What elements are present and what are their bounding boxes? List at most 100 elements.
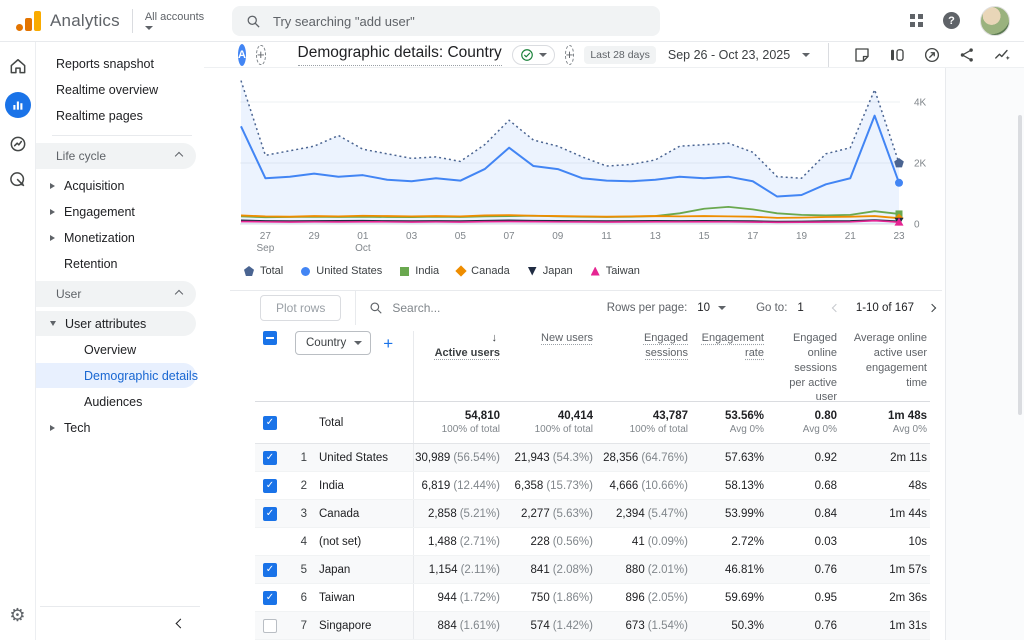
sidebar-item-realtime-overview[interactable]: Realtime overview	[36, 77, 196, 102]
row-checkbox[interactable]	[263, 563, 277, 577]
home-icon[interactable]	[8, 56, 28, 76]
legend-item[interactable]: Taiwan	[591, 265, 640, 277]
page-title[interactable]: Demographic details: Country	[298, 44, 502, 66]
sidebar-item-overview[interactable]: Overview	[36, 337, 196, 362]
add-dimension-button[interactable]: +	[383, 335, 393, 352]
sidebar-item-engagement[interactable]: Engagement	[36, 199, 196, 224]
explore-report-icon[interactable]	[923, 46, 941, 64]
column-header[interactable]: Engagement rate	[689, 331, 765, 361]
prev-page-button[interactable]	[826, 298, 846, 318]
sidebar-collapse[interactable]	[40, 606, 200, 640]
date-preset-badge: Last 28 days	[584, 46, 656, 64]
sidebar-item-demographic-details[interactable]: Demographic details	[36, 363, 196, 388]
metric-cell: 0.92	[765, 452, 838, 464]
table-row: 5Japan1,154(2.11%)841(2.08%)880(2.01%)46…	[255, 556, 930, 584]
sidebar-item-audiences[interactable]: Audiences	[36, 389, 196, 414]
customize-report-button[interactable]: +	[565, 45, 575, 65]
metric-cell: 1,154(2.11%)	[413, 556, 501, 583]
sidebar-item-tech[interactable]: Tech	[36, 415, 196, 440]
table-row: 2India6,819(12.44%)6,358(15.73%)4,666(10…	[255, 472, 930, 500]
legend-item[interactable]: Japan	[528, 265, 573, 277]
column-header[interactable]: Average online active user engagement ti…	[838, 331, 928, 390]
metric-cell: 6,358(15.73%)	[501, 480, 594, 492]
metric-cell: 1,488(2.71%)	[413, 528, 501, 555]
next-page-button[interactable]	[922, 298, 942, 318]
goto-label: Go to:	[756, 302, 787, 314]
search-placeholder: Try searching "add user"	[273, 14, 415, 29]
total-row-checkbox[interactable]	[263, 416, 277, 430]
help-icon[interactable]: ?	[943, 12, 960, 29]
chevron-down-icon[interactable]	[802, 53, 810, 57]
sidebar-item-realtime-pages[interactable]: Realtime pages	[36, 103, 196, 128]
sidebar-item-monetization[interactable]: Monetization	[36, 225, 196, 250]
share-icon[interactable]	[958, 46, 976, 64]
add-comparison-button[interactable]: +	[256, 45, 266, 65]
metric-cell: 6,819(12.44%)	[413, 472, 501, 499]
explore-icon[interactable]	[8, 134, 28, 154]
column-header[interactable]: ↓Active users	[413, 331, 501, 401]
sidebar-item-user-attributes[interactable]: User attributes	[36, 311, 196, 336]
column-header[interactable]: Engaged online sessions per active user	[765, 331, 838, 405]
column-header[interactable]: Engaged sessions	[594, 331, 689, 361]
metric-cell: 4,666(10.66%)	[594, 480, 689, 492]
metric-cell: 46.81%	[689, 564, 765, 576]
sort-descending-icon: ↓	[414, 331, 497, 346]
row-checkbox[interactable]	[263, 591, 277, 605]
comparisons-icon[interactable]	[888, 46, 906, 64]
scrollbar[interactable]	[1018, 115, 1022, 415]
section-life-cycle[interactable]: Life cycle	[36, 143, 196, 169]
table-total-row: Total 54,810100% of total40,414100% of t…	[255, 402, 930, 444]
property-chip[interactable]: A	[238, 44, 246, 66]
metric-cell: 880(2.01%)	[594, 564, 689, 576]
date-range-picker[interactable]: Sep 26 - Oct 23, 2025	[668, 48, 790, 62]
top-app-bar: Analytics All accounts Try searching "ad…	[0, 0, 1024, 42]
plot-rows-button[interactable]: Plot rows	[260, 295, 341, 321]
section-user[interactable]: User	[36, 281, 196, 307]
divider	[828, 43, 829, 67]
row-checkbox[interactable]	[263, 479, 277, 493]
metric-cell: 0.95	[765, 592, 838, 604]
account-switcher-label: All accounts	[145, 11, 204, 24]
timeseries-chart[interactable]: 02K4K27Sep2901Oct0305070911131517192123	[240, 76, 940, 261]
notes-icon[interactable]	[853, 46, 871, 64]
report-status-badge[interactable]	[512, 45, 555, 65]
legend-item[interactable]: India	[400, 265, 439, 277]
metric-cell: 0.68	[765, 480, 838, 492]
row-checkbox[interactable]	[263, 451, 277, 465]
advertising-icon[interactable]	[8, 170, 28, 190]
global-search-input[interactable]: Try searching "add user"	[232, 6, 660, 36]
expand-arrow-icon	[50, 235, 55, 241]
row-checkbox[interactable]	[263, 619, 277, 633]
row-country: Japan	[307, 564, 413, 576]
select-all-checkbox[interactable]	[263, 331, 277, 345]
legend-marker-icon	[301, 267, 310, 276]
metric-cell: 2m 36s	[838, 592, 928, 604]
admin-gear-icon[interactable]: ⚙	[9, 606, 25, 624]
apps-grid-icon[interactable]	[910, 14, 923, 27]
legend-label: United States	[316, 265, 382, 277]
sidebar-item-acquisition[interactable]: Acquisition	[36, 173, 196, 198]
legend-marker-icon	[455, 265, 466, 276]
legend-item[interactable]: Canada	[457, 265, 510, 277]
row-checkbox[interactable]	[263, 507, 277, 521]
total-metric-cell: 0.80Avg 0%	[765, 410, 838, 435]
legend-item[interactable]: United States	[301, 265, 382, 277]
column-header[interactable]: New users	[501, 331, 594, 346]
legend-item[interactable]: Total	[244, 265, 283, 277]
dimension-selector[interactable]: Country	[295, 331, 371, 355]
rows-per-page-value[interactable]: 10	[697, 302, 710, 314]
reports-icon[interactable]	[5, 92, 31, 118]
user-avatar[interactable]	[980, 6, 1010, 36]
chevron-down-icon	[145, 26, 153, 30]
goto-page-input[interactable]: 1	[797, 302, 803, 314]
metric-cell: 28,356(64.76%)	[594, 452, 689, 464]
chevron-up-icon	[175, 290, 183, 298]
sidebar-item-retention[interactable]: Retention	[36, 251, 196, 276]
right-gutter	[945, 68, 1024, 640]
sidebar-item-reports-snapshot[interactable]: Reports snapshot	[36, 51, 196, 76]
insights-icon[interactable]	[993, 46, 1012, 64]
table-search-input[interactable]: Search...	[355, 291, 606, 325]
chevron-down-icon[interactable]	[718, 306, 726, 310]
account-switcher[interactable]: All accounts	[145, 11, 204, 29]
svg-text:13: 13	[650, 231, 662, 242]
